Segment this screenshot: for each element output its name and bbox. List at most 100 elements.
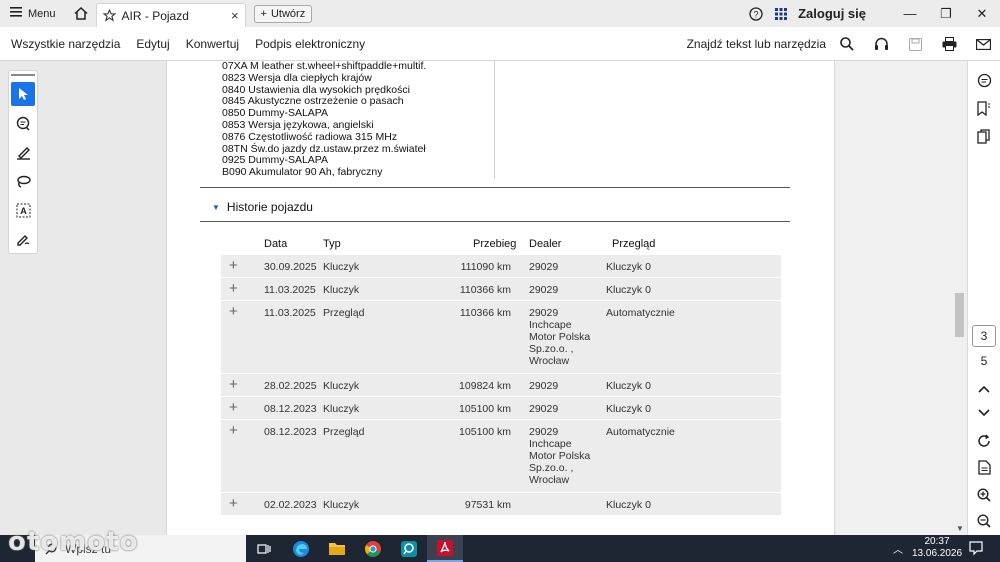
menu-edit[interactable]: Edytuj <box>128 37 177 51</box>
refresh-icon[interactable] <box>974 431 994 451</box>
left-toolbar: A <box>8 70 38 254</box>
cell-review: Kluczyk 0 <box>606 403 651 415</box>
cell-date: 30.09.2025 <box>264 261 317 273</box>
taskbar-file-explorer[interactable] <box>319 535 355 562</box>
star-icon[interactable] <box>102 9 116 22</box>
cell-date: 28.02.2025 <box>264 380 317 392</box>
menu-button[interactable]: Menu <box>0 0 66 27</box>
home-button[interactable] <box>66 0 96 27</box>
scroll-down-arrow-icon[interactable]: ▼ <box>956 524 964 533</box>
cell-dealer: 29029 <box>529 261 559 273</box>
pen-icon <box>16 146 30 160</box>
print-icon[interactable] <box>932 27 966 61</box>
cell-type: Kluczyk <box>323 261 360 273</box>
table-row[interactable]: + 30.09.2025 Kluczyk 111090 km 29029 Klu… <box>221 255 781 278</box>
cell-mileage: 97531 km <box>464 499 511 511</box>
current-page-input[interactable]: 3 <box>972 325 996 347</box>
table-row[interactable]: + 11.03.2025 Przegląd 110366 km 29029 In… <box>221 301 781 374</box>
doc-icon[interactable] <box>974 457 994 477</box>
text-select-tool[interactable]: A <box>11 198 35 222</box>
menubar-right: Znajdź tekst lub narzędzia <box>687 27 1000 61</box>
select-tool[interactable] <box>11 82 35 106</box>
login-button[interactable]: Zaloguj się <box>798 6 866 21</box>
sign-icon <box>16 234 29 246</box>
expand-plus-icon[interactable]: + <box>229 303 238 320</box>
chevron-down-icon[interactable] <box>974 403 994 423</box>
expand-plus-icon[interactable]: + <box>229 280 238 297</box>
zoom-out-icon[interactable] <box>974 511 994 531</box>
taskbar-edge[interactable] <box>283 535 319 562</box>
table-row[interactable]: + 11.03.2025 Kluczyk 110366 km 29029 Klu… <box>221 278 781 301</box>
bookmark-icon[interactable] <box>974 98 994 118</box>
cell-mileage: 110366 km <box>459 284 511 296</box>
cell-review: Automatycznie <box>606 307 675 319</box>
cell-date: 02.02.2023 <box>264 499 317 511</box>
scrollbar-thumb[interactable] <box>955 293 964 337</box>
headphones-icon[interactable] <box>864 27 898 61</box>
menu-convert[interactable]: Konwertuj <box>178 37 247 51</box>
expand-plus-icon[interactable]: + <box>229 399 238 416</box>
toolbar-grip[interactable] <box>11 74 35 76</box>
cell-type: Przegląd <box>323 307 365 319</box>
cell-type: Kluczyk <box>323 499 360 511</box>
create-button[interactable]: + Utwórz <box>253 4 313 23</box>
section-header[interactable]: ▼ Historie pojazdu <box>212 200 313 214</box>
menu-bar: Wszystkie narzędzia Edytuj Konwertuj Pod… <box>0 27 1000 61</box>
notification-icon[interactable] <box>968 540 984 556</box>
draw-tool[interactable] <box>11 140 35 164</box>
cell-date: 11.03.2025 <box>264 284 316 296</box>
taskbar-acrobat[interactable] <box>427 535 463 562</box>
cell-review: Kluczyk 0 <box>606 261 651 273</box>
taskbar-chrome[interactable] <box>355 535 391 562</box>
tab-close-button[interactable]: × <box>231 8 239 23</box>
expand-plus-icon[interactable]: + <box>229 422 238 439</box>
menu-all-tools[interactable]: Wszystkie narzędzia <box>0 37 128 51</box>
tab-bar: Menu AIR - Pojazd × + Utwórz ? Zaloguj s… <box>0 0 1000 27</box>
table-row[interactable]: + 02.02.2023 Kluczyk 97531 km Kluczyk 0 <box>221 493 781 516</box>
option-line: 0853 Wersja językowa, angielski <box>222 118 374 131</box>
find-tools-label[interactable]: Znajdź tekst lub narzędzia <box>687 37 826 51</box>
taskbar-clock[interactable]: 20:37 13.06.2026 <box>912 536 962 560</box>
lasso-tool[interactable] <box>11 169 35 193</box>
expand-plus-icon[interactable]: + <box>229 257 238 274</box>
vertical-scrollbar[interactable]: ▼ <box>953 61 967 535</box>
taskbar-app-teal[interactable] <box>391 535 427 562</box>
maximize-button[interactable]: ❐ <box>928 6 964 22</box>
select-arrow-icon <box>19 88 28 100</box>
apps-grid-icon[interactable] <box>770 7 792 20</box>
help-icon[interactable]: ? <box>742 6 770 21</box>
sign-tool[interactable] <box>11 227 35 251</box>
task-view-button[interactable] <box>246 535 282 562</box>
zoom-in-icon[interactable] <box>974 485 994 505</box>
tabbar-right: ? Zaloguj się — ❐ ✕ <box>742 0 1000 27</box>
cell-mileage: 109824 km <box>459 380 511 392</box>
chevron-up-icon[interactable] <box>974 379 994 399</box>
expand-plus-icon[interactable]: + <box>229 495 238 512</box>
header-mileage: Przebieg <box>473 238 517 250</box>
chat-icon[interactable] <box>974 70 994 90</box>
collapse-caret-icon[interactable]: ▼ <box>212 203 220 212</box>
search-icon[interactable] <box>830 27 864 61</box>
system-tray-chevron-icon[interactable]: ︿ <box>893 541 903 556</box>
table-row[interactable]: + 08.12.2023 Przegląd 105100 km 29029 In… <box>221 420 781 493</box>
cell-type: Przegląd <box>323 426 365 438</box>
history-table: + 30.09.2025 Kluczyk 111090 km 29029 Klu… <box>221 255 781 516</box>
header-date: Data <box>264 238 288 250</box>
header-type: Typ <box>323 238 341 250</box>
table-row[interactable]: + 08.12.2023 Kluczyk 105100 km 29029 Klu… <box>221 397 781 420</box>
minimize-button[interactable]: — <box>892 6 928 21</box>
document-tab[interactable]: AIR - Pojazd × <box>95 3 246 27</box>
mail-icon[interactable] <box>966 27 1000 61</box>
menu-e-signature[interactable]: Podpis elektroniczny <box>247 37 373 51</box>
save-icon[interactable] <box>898 27 932 61</box>
close-window-button[interactable]: ✕ <box>964 6 1000 22</box>
expand-plus-icon[interactable]: + <box>229 376 238 393</box>
equipment-options-list: 07XA M leather st.wheel+shiftpaddle+mult… <box>222 61 426 179</box>
cell-dealer: 29029 Inchcape Motor Polska Sp.zo.o. , W… <box>529 307 591 367</box>
table-row[interactable]: + 28.02.2025 Kluczyk 109824 km 29029 Klu… <box>221 374 781 397</box>
comment-tool[interactable] <box>11 111 35 135</box>
chrome-icon <box>365 540 381 557</box>
clock-time: 20:37 <box>924 536 950 547</box>
cell-review: Kluczyk 0 <box>606 284 651 296</box>
pages-icon[interactable] <box>974 126 994 146</box>
